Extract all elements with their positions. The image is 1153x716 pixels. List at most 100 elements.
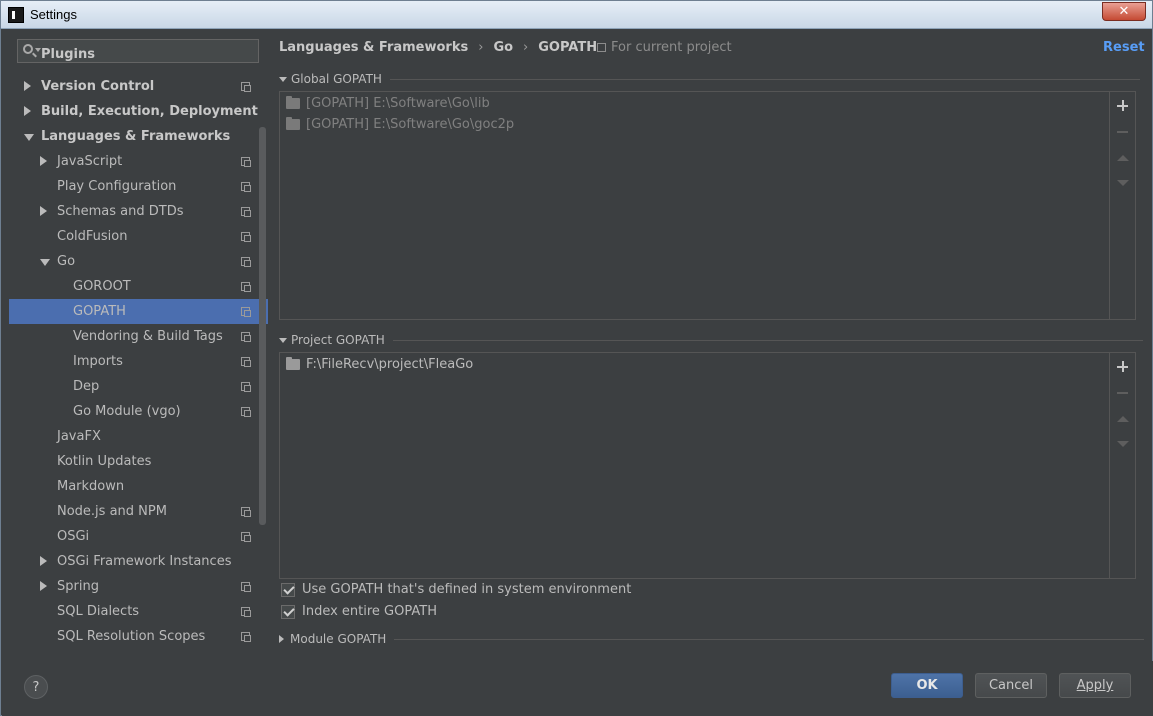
- tree-item-label: Markdown: [57, 479, 125, 494]
- project-scope-label: For current project: [611, 40, 732, 55]
- tree-item-kotlin-updates[interactable]: Kotlin Updates: [9, 449, 268, 474]
- path-text: [GOPATH] E:\Software\Go\lib: [306, 96, 490, 111]
- tree-item-label: Kotlin Updates: [57, 454, 152, 469]
- global-gopath-entry[interactable]: [GOPATH] E:\Software\Go\lib: [286, 93, 490, 114]
- tree-item-osgi[interactable]: OSGi: [9, 524, 268, 549]
- index-entire-gopath-option[interactable]: Index entire GOPATH: [281, 604, 437, 619]
- project-gopath-list[interactable]: F:\FileRecv\project\FleaGo: [279, 352, 1136, 579]
- use-system-gopath-checkbox[interactable]: [281, 582, 295, 597]
- tree-item-sql-dialects[interactable]: SQL Dialects: [9, 599, 268, 624]
- move-down-arrow-icon[interactable]: [1116, 176, 1130, 190]
- move-up-arrow-icon[interactable]: [1116, 151, 1130, 165]
- settings-content: Languages & Frameworks › Go › GOPATH For…: [269, 30, 1145, 661]
- settings-sidebar: Plugins Version Control Build, Execution, …: [9, 30, 268, 661]
- collapse-triangle-icon[interactable]: [279, 76, 287, 82]
- tree-item-coldfusion[interactable]: ColdFusion: [9, 224, 268, 249]
- tree-item-javafx[interactable]: JavaFX: [9, 424, 268, 449]
- tree-item-go[interactable]: Go: [9, 249, 268, 274]
- tree-item-imports[interactable]: Imports: [9, 349, 268, 374]
- section-divider: [389, 78, 1140, 80]
- expanded-arrow-icon[interactable]: [24, 134, 34, 141]
- ok-button[interactable]: OK: [891, 673, 963, 698]
- add-plus-icon[interactable]: [1116, 99, 1130, 113]
- section-divider: [394, 638, 1145, 640]
- global-gopath-entry[interactable]: [GOPATH] E:\Software\Go\goc2p: [286, 114, 514, 135]
- project-level-settings-icon: [241, 232, 251, 242]
- tree-item-label: GOROOT: [73, 279, 131, 294]
- use-system-gopath-label: Use GOPATH that's defined in system envi…: [302, 582, 632, 597]
- tree-item-goroot[interactable]: GOROOT: [9, 274, 268, 299]
- tree-item-label: OSGi: [57, 529, 90, 544]
- collapsed-arrow-icon[interactable]: [40, 156, 47, 166]
- index-entire-gopath-checkbox[interactable]: [281, 604, 295, 619]
- collapsed-arrow-icon[interactable]: [24, 81, 31, 91]
- project-level-settings-icon: [241, 282, 251, 292]
- tree-item-label: Spring: [57, 579, 99, 594]
- project-level-settings-icon: [241, 82, 251, 92]
- tree-item-markdown[interactable]: Markdown: [9, 474, 268, 499]
- index-entire-gopath-label: Index entire GOPATH: [302, 604, 437, 619]
- tree-item-label: Languages & Frameworks: [41, 129, 231, 144]
- collapsed-arrow-icon[interactable]: [40, 581, 47, 591]
- title-bar[interactable]: Settings ✕: [1, 1, 1152, 29]
- tree-item-spring[interactable]: Spring: [9, 574, 268, 599]
- tree-item-go-module-vgo[interactable]: Go Module (vgo): [9, 399, 268, 424]
- add-plus-icon[interactable]: [1116, 360, 1130, 374]
- tree-item-label: Go: [57, 254, 76, 269]
- apply-button[interactable]: Apply: [1059, 673, 1131, 698]
- tree-item-vendoring-build-tags[interactable]: Vendoring & Build Tags: [9, 324, 268, 349]
- tree-item-build-execution-deployment[interactable]: Build, Execution, Deployment: [9, 99, 268, 124]
- project-level-settings-icon: [241, 357, 251, 367]
- collapse-triangle-icon[interactable]: [279, 337, 287, 343]
- section-divider: [392, 339, 1143, 341]
- breadcrumb-separator: ›: [478, 40, 484, 55]
- tree-item-label: Build, Execution, Deployment: [41, 104, 258, 119]
- expanded-arrow-icon[interactable]: [40, 259, 50, 266]
- expand-triangle-icon[interactable]: [279, 635, 284, 643]
- tree-item-plugins[interactable]: Plugins: [9, 47, 268, 74]
- reset-link[interactable]: Reset: [1103, 40, 1145, 55]
- tree-item-label: Plugins: [41, 47, 95, 62]
- move-up-arrow-icon[interactable]: [1116, 412, 1130, 426]
- remove-minus-icon[interactable]: [1116, 386, 1130, 400]
- tree-item-languages-frameworks[interactable]: Languages & Frameworks: [9, 124, 268, 149]
- move-down-arrow-icon[interactable]: [1116, 437, 1130, 451]
- sidebar-scrollbar[interactable]: [259, 127, 266, 525]
- tree-item-label: Version Control: [41, 79, 155, 94]
- tree-item-schemas-and-dtds[interactable]: Schemas and DTDs: [9, 199, 268, 224]
- breadcrumb-item: Go: [493, 40, 514, 55]
- breadcrumb-item: GOPATH: [538, 40, 598, 55]
- remove-minus-icon[interactable]: [1116, 125, 1130, 139]
- tree-item-label: Dep: [73, 379, 100, 394]
- tree-item-dep[interactable]: Dep: [9, 374, 268, 399]
- breadcrumb-separator: ›: [523, 40, 529, 55]
- tree-item-sql-resolution-scopes[interactable]: SQL Resolution Scopes: [9, 624, 268, 649]
- global-gopath-toolbar: [1109, 92, 1135, 319]
- module-gopath-section-header[interactable]: Module GOPATH: [279, 632, 1145, 646]
- collapsed-arrow-icon[interactable]: [24, 106, 31, 116]
- collapsed-arrow-icon[interactable]: [40, 556, 47, 566]
- tree-item-label: Schemas and DTDs: [57, 204, 184, 219]
- collapsed-arrow-icon[interactable]: [40, 206, 47, 216]
- project-scope-hint: For current project: [597, 40, 732, 55]
- use-system-gopath-option[interactable]: Use GOPATH that's defined in system envi…: [281, 582, 631, 597]
- tree-item-play-configuration[interactable]: Play Configuration: [9, 174, 268, 199]
- cancel-button[interactable]: Cancel: [975, 673, 1047, 698]
- window-close-button[interactable]: ✕: [1102, 2, 1146, 21]
- global-gopath-list[interactable]: [GOPATH] E:\Software\Go\lib [GOPATH] E:\…: [279, 91, 1136, 320]
- folder-icon: [286, 357, 300, 370]
- tree-item-gopath[interactable]: GOPATH: [9, 299, 268, 324]
- project-gopath-entry[interactable]: F:\FileRecv\project\FleaGo: [286, 354, 473, 375]
- tree-item-version-control[interactable]: Version Control: [9, 74, 268, 99]
- project-scope-icon: [597, 43, 606, 52]
- tree-item-label: JavaScript: [57, 154, 123, 169]
- project-level-settings-icon: [241, 207, 251, 217]
- project-gopath-section-header[interactable]: Project GOPATH: [279, 333, 1143, 347]
- project-level-settings-icon: [241, 332, 251, 342]
- tree-item-node-js-and-npm[interactable]: Node.js and NPM: [9, 499, 268, 524]
- global-gopath-section-header[interactable]: Global GOPATH: [279, 72, 1140, 86]
- tree-item-label: ColdFusion: [57, 229, 128, 244]
- tree-item-javascript[interactable]: JavaScript: [9, 149, 268, 174]
- help-button[interactable]: ?: [24, 675, 48, 699]
- tree-item-osgi-framework-instances[interactable]: OSGi Framework Instances: [9, 549, 268, 574]
